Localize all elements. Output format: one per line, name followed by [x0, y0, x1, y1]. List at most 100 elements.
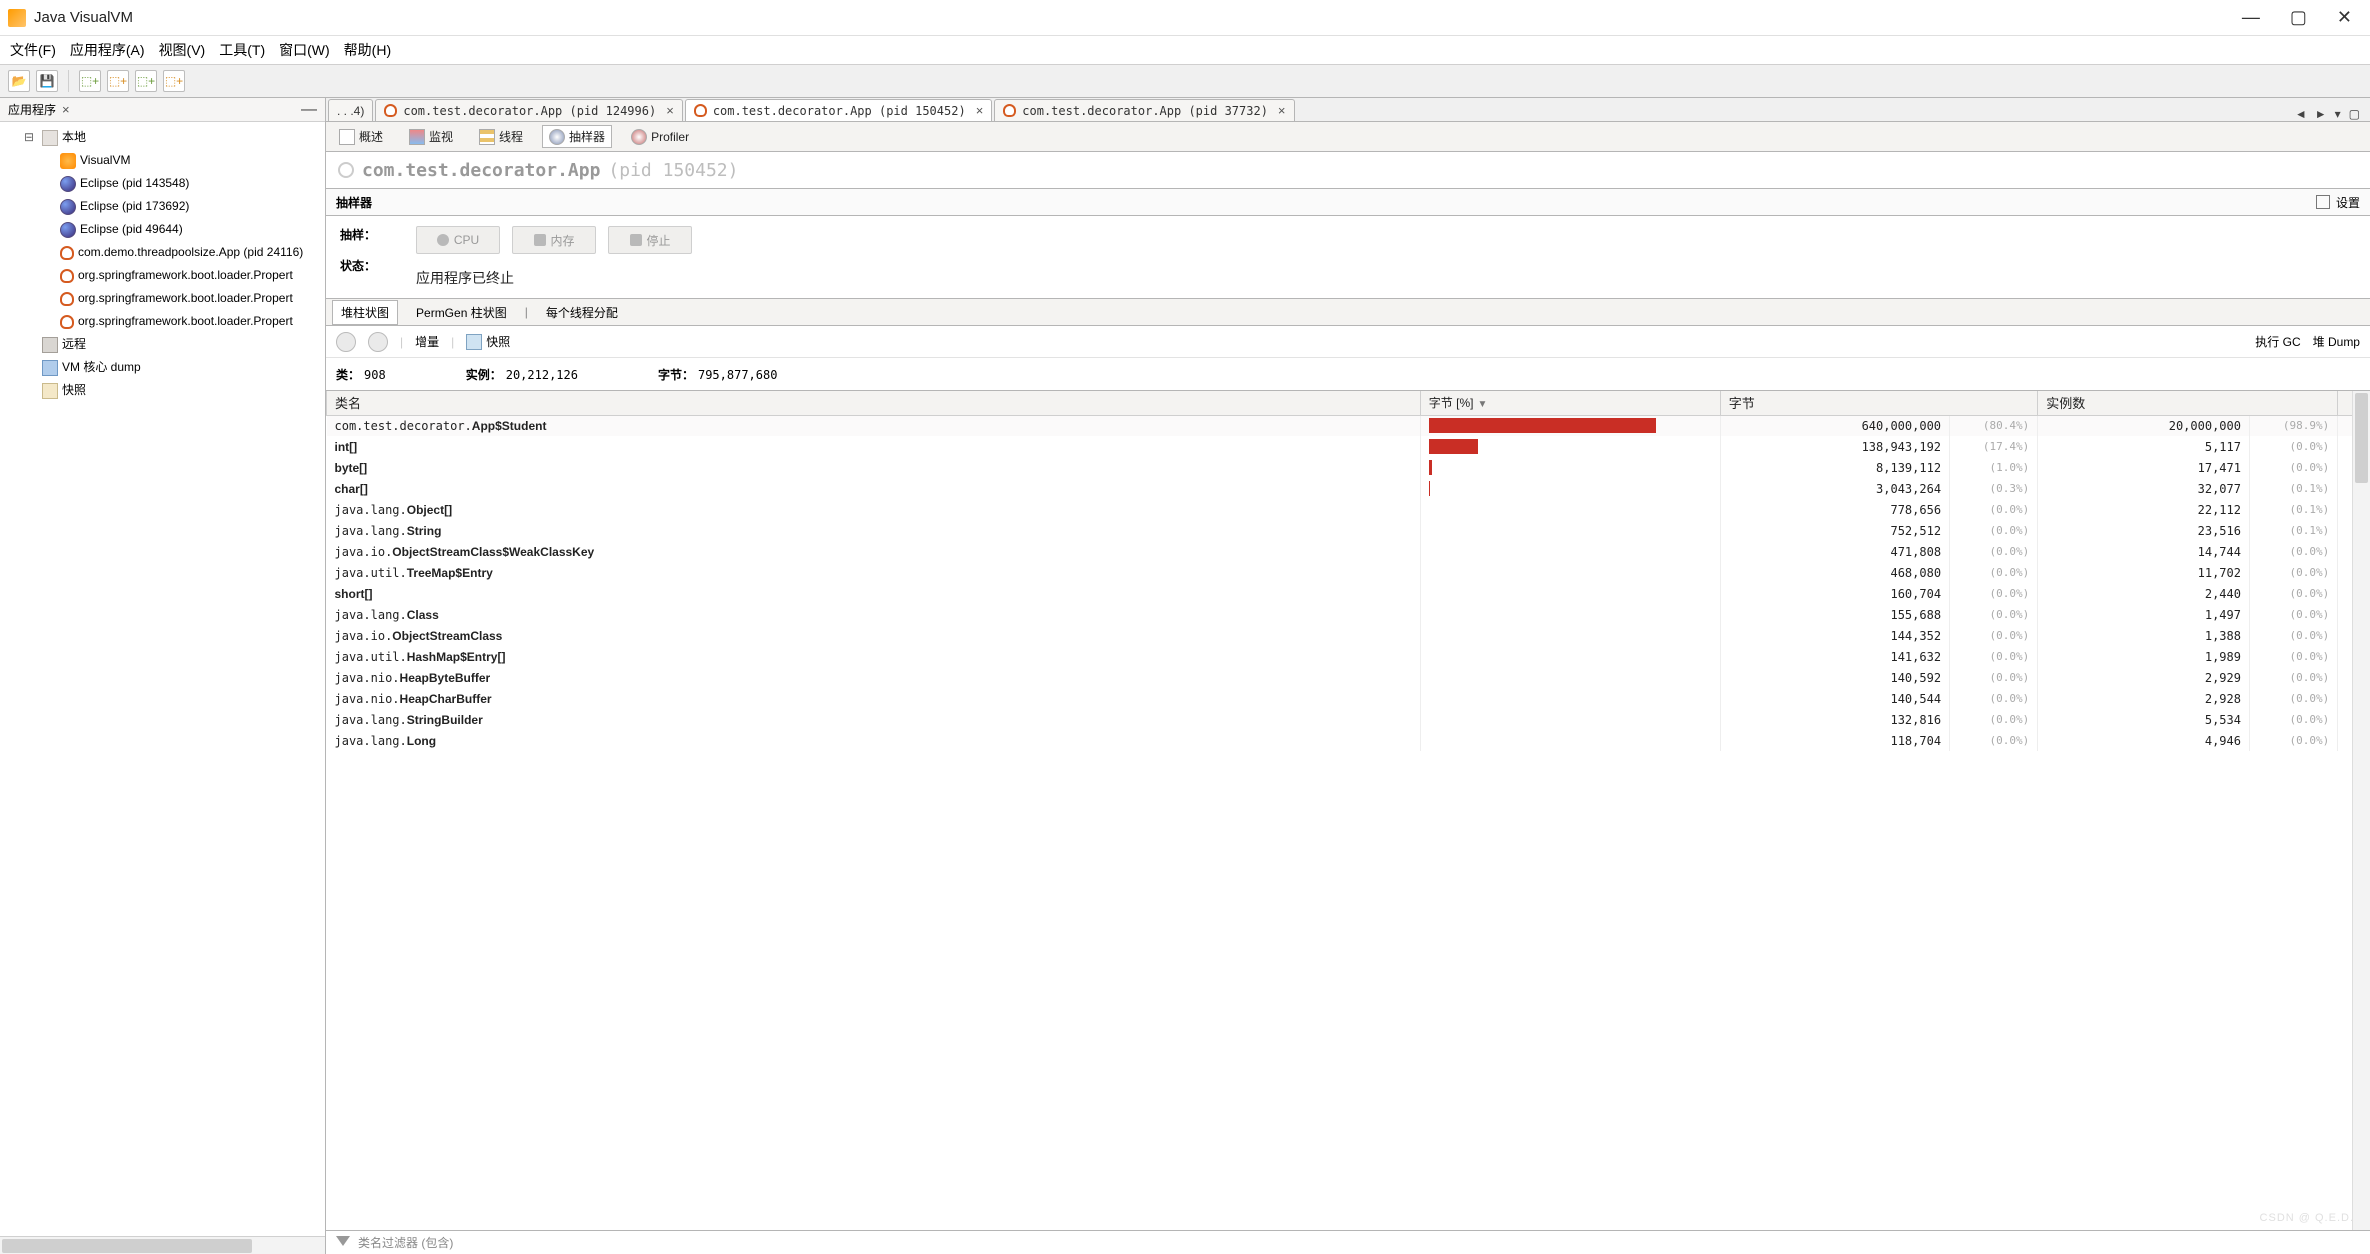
- doc-tab-1[interactable]: com.test.decorator.App (pid 124996)×: [375, 99, 682, 121]
- sidebar-close-icon[interactable]: ×: [62, 102, 70, 117]
- menu-window[interactable]: 窗口(W): [279, 40, 330, 60]
- toolbar-open-icon[interactable]: 📂: [8, 70, 30, 92]
- view-profiler[interactable]: Profiler: [624, 126, 696, 148]
- snapshot-button[interactable]: 快照: [466, 333, 510, 350]
- perform-gc-button[interactable]: 执行 GC: [2255, 333, 2300, 350]
- tree-visualvm[interactable]: VisualVM: [4, 149, 325, 172]
- histogram-toolbar: | 增量 | 快照 执行 GC 堆 Dump: [326, 326, 2370, 358]
- table-row[interactable]: java.lang.Object[]778,656(0.0%)22,112(0.…: [327, 499, 2370, 520]
- col-instances[interactable]: 实例数: [2038, 391, 2338, 415]
- view-sampler[interactable]: 抽样器: [542, 125, 612, 148]
- toolbar-add-snapshot-icon[interactable]: ⬚+: [163, 70, 185, 92]
- tab-overflow[interactable]: . . .4): [328, 99, 373, 121]
- tab-prev-icon[interactable]: ◄: [2295, 107, 2307, 121]
- view-overview[interactable]: 概述: [332, 125, 390, 148]
- view-threads[interactable]: 线程: [472, 125, 530, 148]
- tab-maximize-icon[interactable]: ▢: [2349, 107, 2360, 121]
- menu-applications[interactable]: 应用程序(A): [70, 40, 145, 60]
- table-row[interactable]: java.nio.HeapByteBuffer140,592(0.0%)2,92…: [327, 667, 2370, 688]
- table-row[interactable]: java.nio.HeapCharBuffer140,544(0.0%)2,92…: [327, 688, 2370, 709]
- minimize-button[interactable]: —: [2242, 7, 2260, 28]
- tree-remote[interactable]: 远程: [4, 333, 325, 356]
- tree-app-demo[interactable]: com.demo.threadpoolsize.App (pid 24116): [4, 241, 325, 264]
- table-row[interactable]: java.io.ObjectStreamClass$WeakClassKey47…: [327, 541, 2370, 562]
- cell-bytes-pct: (0.3%): [1950, 478, 2038, 499]
- col-classname[interactable]: 类名: [327, 391, 1421, 415]
- close-icon[interactable]: ×: [976, 103, 984, 118]
- table-row[interactable]: short[]160,704(0.0%)2,440(0.0%): [327, 583, 2370, 604]
- close-icon[interactable]: ×: [666, 103, 674, 118]
- menu-file[interactable]: 文件(F): [10, 40, 56, 60]
- cpu-button[interactable]: CPU: [416, 226, 500, 254]
- bytes-label: 字节：: [658, 368, 694, 382]
- table-row[interactable]: java.lang.Class155,688(0.0%)1,497(0.0%): [327, 604, 2370, 625]
- table-row[interactable]: java.lang.StringBuilder132,816(0.0%)5,53…: [327, 709, 2370, 730]
- tab-list-icon[interactable]: ▾: [2335, 107, 2341, 121]
- subtab-permgen[interactable]: PermGen 柱状图: [408, 301, 515, 324]
- cell-classname: java.lang.StringBuilder: [327, 709, 1421, 730]
- col-bytes[interactable]: 字节: [1720, 391, 2038, 415]
- table-vscrollbar[interactable]: [2352, 391, 2370, 1254]
- tree-spring-2[interactable]: org.springframework.boot.loader.Propert: [4, 287, 325, 310]
- tree-spring-3[interactable]: org.springframework.boot.loader.Propert: [4, 310, 325, 333]
- cell-instances: 5,117: [2038, 436, 2250, 457]
- table-row[interactable]: byte[]8,139,112(1.0%)17,471(0.0%): [327, 457, 2370, 478]
- watermark: CSDN @ Q.E.D.: [2260, 1212, 2354, 1224]
- table-row[interactable]: com.test.decorator.App$Student640,000,00…: [327, 415, 2370, 436]
- memory-button[interactable]: 内存: [512, 226, 596, 254]
- close-icon[interactable]: ×: [1278, 103, 1286, 118]
- monitor-icon: [409, 129, 425, 145]
- subtab-heap[interactable]: 堆柱状图: [332, 300, 398, 325]
- eclipse-icon: [60, 222, 76, 238]
- applications-tree[interactable]: ⊟本地 VisualVM Eclipse (pid 143548) Eclips…: [0, 122, 325, 1254]
- menu-help[interactable]: 帮助(H): [344, 40, 391, 60]
- cell-classname: java.lang.String: [327, 520, 1421, 541]
- sidebar-minimize-icon[interactable]: —: [301, 101, 317, 119]
- cell-inst-pct: (0.0%): [2249, 688, 2337, 709]
- cell-classname: int[]: [327, 436, 1421, 457]
- table-row[interactable]: java.lang.Long118,704(0.0%)4,946(0.0%): [327, 730, 2370, 751]
- cell-bytes-pct: (17.4%): [1950, 436, 2038, 457]
- view-monitor[interactable]: 监视: [402, 125, 460, 148]
- delta-button[interactable]: 增量: [415, 333, 439, 350]
- menu-view[interactable]: 视图(V): [159, 40, 206, 60]
- autorefresh-icon[interactable]: [368, 332, 388, 352]
- close-button[interactable]: ✕: [2337, 7, 2352, 28]
- tree-snapshot[interactable]: 快照: [4, 379, 325, 402]
- toolbar-add-jmx-icon[interactable]: ⬚+: [107, 70, 129, 92]
- doc-tab-2[interactable]: com.test.decorator.App (pid 150452)×: [685, 99, 992, 121]
- tree-local[interactable]: ⊟本地: [4, 126, 325, 149]
- table-row[interactable]: char[]3,043,264(0.3%)32,077(0.1%): [327, 478, 2370, 499]
- refresh-icon[interactable]: [336, 332, 356, 352]
- tree-eclipse-1[interactable]: Eclipse (pid 143548): [4, 172, 325, 195]
- table-row[interactable]: java.io.ObjectStreamClass144,352(0.0%)1,…: [327, 625, 2370, 646]
- cell-bytes-pct: (80.4%): [1950, 415, 2038, 436]
- heap-dump-button[interactable]: 堆 Dump: [2313, 333, 2360, 350]
- stop-button[interactable]: 停止: [608, 226, 692, 254]
- sidebar-hscrollbar[interactable]: [0, 1236, 325, 1254]
- doc-tab-3[interactable]: com.test.decorator.App (pid 37732)×: [994, 99, 1294, 121]
- maximize-button[interactable]: ▢: [2290, 7, 2307, 28]
- table-row[interactable]: int[]138,943,192(17.4%)5,117(0.0%): [327, 436, 2370, 457]
- toolbar-add-coredump-icon[interactable]: ⬚+: [135, 70, 157, 92]
- table-row[interactable]: java.util.TreeMap$Entry468,080(0.0%)11,7…: [327, 562, 2370, 583]
- table-row[interactable]: java.lang.String752,512(0.0%)23,516(0.1%…: [327, 520, 2370, 541]
- settings-checkbox[interactable]: 设置: [2316, 194, 2360, 211]
- tree-coredump[interactable]: VM 核心 dump: [4, 356, 325, 379]
- classes-value: 908: [364, 368, 386, 382]
- tree-spring-1[interactable]: org.springframework.boot.loader.Propert: [4, 264, 325, 287]
- tree-eclipse-2[interactable]: Eclipse (pid 173692): [4, 195, 325, 218]
- cell-bar: [1420, 499, 1720, 520]
- tree-eclipse-3[interactable]: Eclipse (pid 49644): [4, 218, 325, 241]
- table-row[interactable]: java.util.HashMap$Entry[]141,632(0.0%)1,…: [327, 646, 2370, 667]
- document-tabs: . . .4) com.test.decorator.App (pid 1249…: [326, 98, 2370, 122]
- sidebar-tab-label[interactable]: 应用程序: [8, 101, 56, 118]
- cell-bytes: 8,139,112: [1720, 457, 1949, 478]
- class-filter[interactable]: 类名过滤器 (包含): [326, 1230, 2370, 1254]
- menu-tools[interactable]: 工具(T): [219, 40, 265, 60]
- col-bytes-pct[interactable]: 字节 [%]▼: [1420, 391, 1720, 415]
- subtab-threadalloc[interactable]: 每个线程分配: [538, 301, 626, 324]
- toolbar-save-icon[interactable]: 💾: [36, 70, 58, 92]
- tab-next-icon[interactable]: ►: [2315, 107, 2327, 121]
- toolbar-add-host-icon[interactable]: ⬚+: [79, 70, 101, 92]
